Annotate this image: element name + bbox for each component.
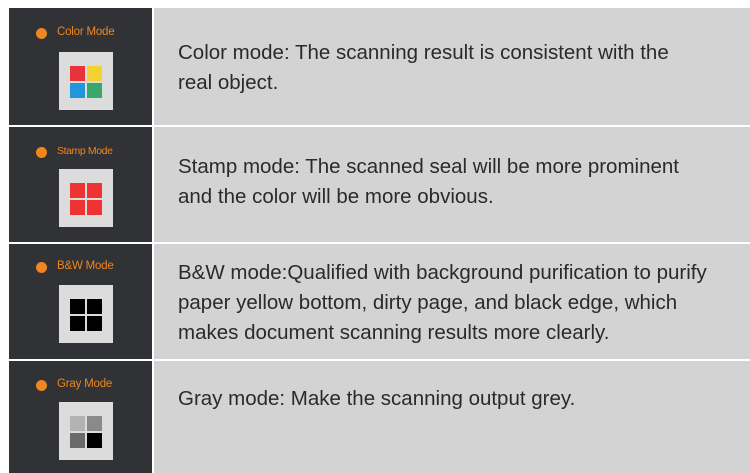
stamp-mode-icon[interactable] <box>59 169 113 227</box>
mode-description: Stamp mode: The scanned seal will be mor… <box>178 155 679 208</box>
mode-row-color: Color Mode Color mode: The scanning resu… <box>9 8 750 125</box>
mode-row-gray: Gray Mode Gray mode: Make the scanning o… <box>9 361 750 473</box>
mode-description: Gray mode: Make the scanning output grey… <box>178 387 576 410</box>
icon-square <box>70 83 85 98</box>
mode-label: Gray Mode <box>57 378 113 390</box>
icon-square <box>70 66 85 81</box>
icon-square <box>87 416 102 431</box>
radio-indicator[interactable] <box>36 28 47 39</box>
mode-option-color[interactable]: Color Mode <box>9 8 152 125</box>
mode-option-gray[interactable]: Gray Mode <box>9 361 152 473</box>
mode-description-panel: Stamp mode: The scanned seal will be mor… <box>154 127 750 242</box>
icon-square <box>70 416 85 431</box>
mode-description-panel: Gray mode: Make the scanning output grey… <box>154 361 750 473</box>
mode-option-stamp[interactable]: Stamp Mode <box>9 127 152 242</box>
icon-square <box>87 66 102 81</box>
icon-square <box>87 299 102 314</box>
icon-square <box>70 299 85 314</box>
radio-indicator[interactable] <box>36 147 47 158</box>
mode-description: Color mode: The scanning result is consi… <box>178 41 669 94</box>
mode-option-bw[interactable]: B&W Mode <box>9 244 152 359</box>
icon-square <box>70 316 85 331</box>
icon-square <box>87 433 102 448</box>
icon-square <box>87 183 102 198</box>
radio-indicator[interactable] <box>36 262 47 273</box>
mode-row-stamp: Stamp Mode Stamp mode: The scanned seal … <box>9 127 750 242</box>
mode-label: Color Mode <box>57 26 115 38</box>
mode-description-panel: B&W mode:Qualified with background purif… <box>154 244 750 359</box>
icon-square <box>70 200 85 215</box>
bw-mode-icon[interactable] <box>59 285 113 343</box>
color-mode-icon[interactable] <box>59 52 113 110</box>
mode-label: B&W Mode <box>57 260 114 272</box>
mode-label: Stamp Mode <box>57 145 113 157</box>
mode-row-bw: B&W Mode B&W mode:Qualified with backgro… <box>9 244 750 359</box>
radio-indicator[interactable] <box>36 380 47 391</box>
icon-square <box>87 316 102 331</box>
icon-square <box>70 433 85 448</box>
icon-square <box>87 200 102 215</box>
gray-mode-icon[interactable] <box>59 402 113 460</box>
icon-square <box>87 83 102 98</box>
mode-description-panel: Color mode: The scanning result is consi… <box>154 8 750 125</box>
mode-description: B&W mode:Qualified with background purif… <box>178 261 707 344</box>
icon-square <box>70 183 85 198</box>
